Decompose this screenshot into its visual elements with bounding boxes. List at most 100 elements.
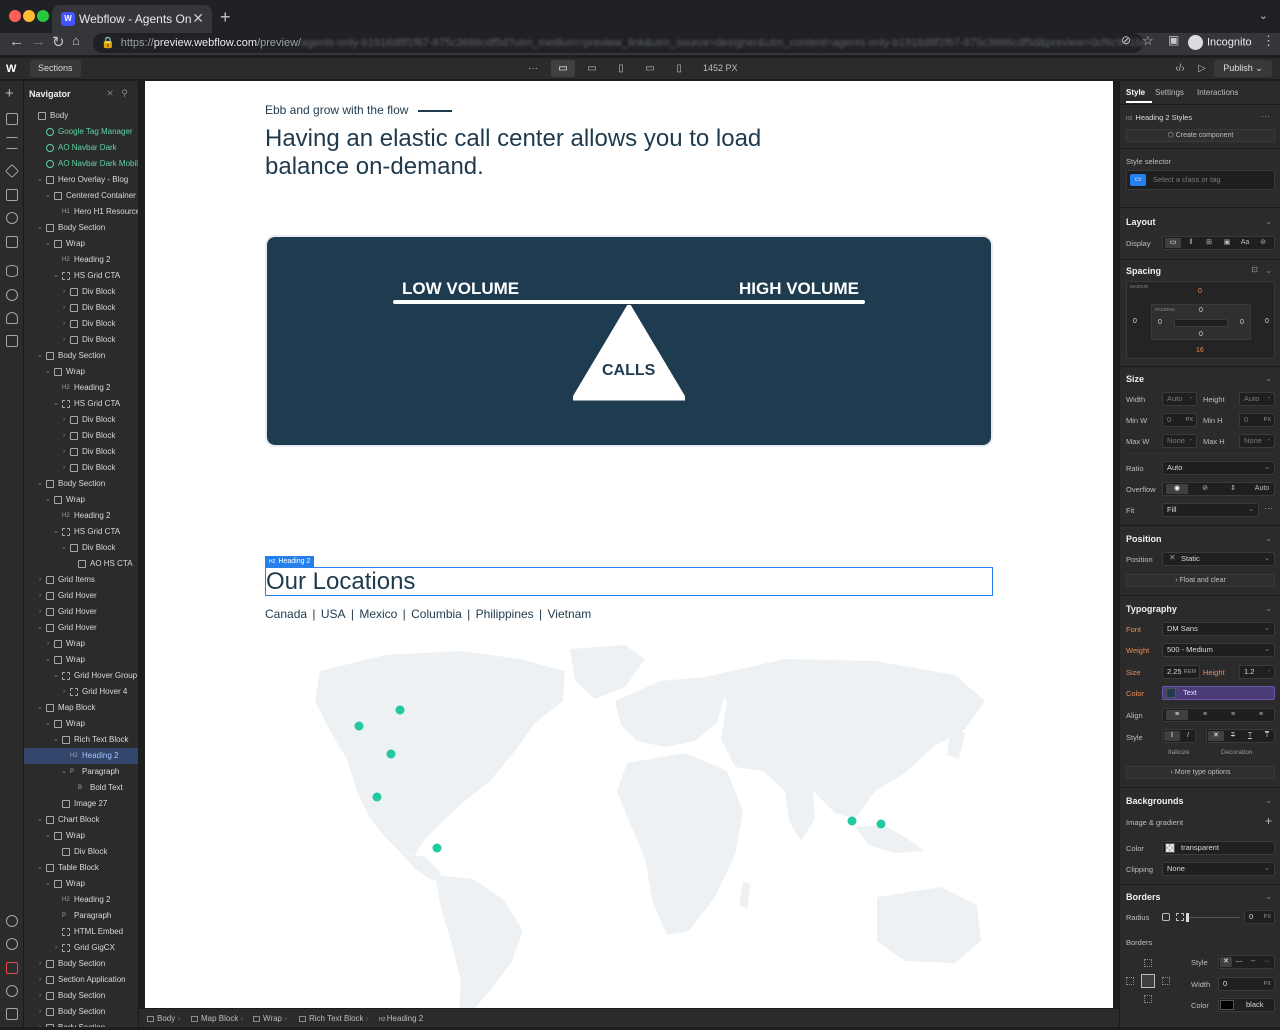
- apps-icon[interactable]: [6, 335, 18, 347]
- profile-incognito[interactable]: Incognito: [1188, 35, 1252, 50]
- tab-interactions[interactable]: Interactions: [1197, 88, 1238, 97]
- navigator-item[interactable]: › Body Section: [24, 1004, 138, 1020]
- navigator-item[interactable]: › Grid Items: [24, 572, 138, 588]
- overflow-hidden-icon[interactable]: ⊘: [1194, 484, 1216, 494]
- navigator-item[interactable]: ⌄ Wrap: [24, 876, 138, 892]
- navigator-item[interactable]: › Div Block: [24, 412, 138, 428]
- navigator-item[interactable]: ⌄ Wrap: [24, 236, 138, 252]
- overflow-auto[interactable]: Auto: [1250, 484, 1274, 494]
- fit-select[interactable]: Fill ⌄: [1162, 503, 1259, 517]
- chevron-right-icon[interactable]: ›: [36, 1020, 44, 1027]
- chevron-down-icon[interactable]: ⌄: [1265, 604, 1272, 613]
- navigator-item[interactable]: › Grid Hover: [24, 604, 138, 620]
- chevron-down-icon[interactable]: ⌄: [1265, 892, 1272, 901]
- border-width-input[interactable]: 0 PX: [1218, 977, 1275, 991]
- chevron-right-icon[interactable]: ›: [36, 572, 44, 588]
- navigator-item[interactable]: AO Navbar Dark: [24, 140, 138, 156]
- display-flex-icon[interactable]: ⫴: [1183, 238, 1199, 248]
- forward-arrow-icon[interactable]: →: [31, 33, 46, 50]
- line-height-input[interactable]: 1.2-: [1239, 665, 1275, 679]
- display-none-icon[interactable]: ⊘: [1255, 238, 1271, 248]
- navigator-item[interactable]: Google Tag Manager: [24, 124, 138, 140]
- navigator-item[interactable]: › Div Block: [24, 428, 138, 444]
- borders-section-title[interactable]: Borders: [1126, 892, 1161, 902]
- clipping-select[interactable]: None ⌄: [1162, 862, 1275, 876]
- navigator-item[interactable]: ⌄ Centered Container 2: [24, 188, 138, 204]
- breakpoint-mobile-icon[interactable]: ▯: [667, 60, 691, 77]
- border-right-icon[interactable]: [1162, 977, 1170, 985]
- border-none-icon[interactable]: ✕: [1220, 957, 1232, 967]
- navigator-item[interactable]: › Body Section: [24, 988, 138, 1004]
- overflow-visible-eye-icon[interactable]: ◉: [1166, 484, 1188, 494]
- navigator-item[interactable]: AO Navbar Dark Mobile: [24, 156, 138, 172]
- chevron-right-icon[interactable]: ›: [60, 444, 68, 460]
- padding-bottom[interactable]: 0: [1199, 331, 1203, 338]
- size-section-title[interactable]: Size: [1126, 374, 1144, 384]
- more-icon[interactable]: ···: [521, 60, 545, 77]
- navigator-item[interactable]: ⌄ Grid Hover Group F1: [24, 668, 138, 684]
- tab-close-icon[interactable]: ✕: [192, 10, 204, 27]
- chevron-down-icon[interactable]: ⌄: [36, 860, 44, 876]
- navigator-item[interactable]: ⌄ Wrap: [24, 364, 138, 380]
- help-icon[interactable]: [6, 938, 18, 950]
- decoration-none-icon[interactable]: ✕: [1208, 731, 1224, 741]
- overflow-scroll-icon[interactable]: ⇕: [1222, 484, 1244, 494]
- text-color-swatch[interactable]: [1166, 688, 1176, 698]
- world-map[interactable]: [265, 641, 993, 1008]
- bookmark-star-icon[interactable]: ☆: [1142, 33, 1154, 49]
- fit-options-icon[interactable]: ···: [1264, 503, 1273, 513]
- pages-icon[interactable]: [6, 113, 18, 125]
- chevron-down-icon[interactable]: ⌄: [60, 764, 68, 780]
- navigator-item[interactable]: Div Block: [24, 844, 138, 860]
- chevron-down-icon[interactable]: ⌄: [36, 700, 44, 716]
- style-manager-icon[interactable]: [6, 212, 18, 224]
- navigator-item[interactable]: H2 Heading 2: [24, 892, 138, 908]
- navigator-item[interactable]: › Section Application: [24, 972, 138, 988]
- chevron-right-icon[interactable]: ›: [36, 588, 44, 604]
- location-marker-dot[interactable]: [395, 705, 405, 715]
- search-icon[interactable]: [6, 985, 18, 997]
- chevron-right-icon[interactable]: ›: [60, 460, 68, 476]
- width-input[interactable]: Auto -: [1162, 392, 1197, 406]
- overline-icon[interactable]: T: [1259, 731, 1275, 741]
- load-balance-banner[interactable]: LOW VOLUME HIGH VOLUME CALLS: [267, 237, 991, 445]
- position-section-title[interactable]: Position: [1126, 534, 1162, 544]
- margin-bottom[interactable]: 16: [1196, 347, 1204, 354]
- align-center-icon[interactable]: ≡: [1194, 710, 1216, 720]
- chevron-down-icon[interactable]: ⌄: [36, 348, 44, 364]
- location-marker-dot[interactable]: [432, 843, 442, 853]
- italic-off-icon[interactable]: I: [1164, 731, 1180, 741]
- chevron-right-icon[interactable]: ›: [36, 988, 44, 1004]
- chevron-down-icon[interactable]: ⌄: [1265, 217, 1272, 226]
- video-icon[interactable]: [6, 1008, 18, 1020]
- breadcrumb-item[interactable]: Map Block ›: [191, 1009, 243, 1028]
- chevron-right-icon[interactable]: ›: [52, 940, 60, 956]
- float-clear-button[interactable]: › Float and clear: [1126, 574, 1275, 587]
- chevron-right-icon[interactable]: ›: [60, 300, 68, 316]
- navigator-item[interactable]: › Body Section: [24, 956, 138, 972]
- display-inline-icon[interactable]: Aa: [1237, 238, 1253, 248]
- radius-individual-icon[interactable]: [1176, 913, 1184, 921]
- location-marker-dot[interactable]: [354, 721, 364, 731]
- navigator-item[interactable]: › Div Block: [24, 284, 138, 300]
- border-left-icon[interactable]: [1126, 977, 1134, 985]
- chevron-down-icon[interactable]: ⌄: [44, 188, 52, 204]
- publish-button[interactable]: Publish ⌄: [1214, 60, 1272, 77]
- breakpoint-tablet-icon[interactable]: ▯: [609, 60, 633, 77]
- pin-icon[interactable]: ⚲: [121, 88, 128, 98]
- chevron-down-icon[interactable]: ⌄: [52, 732, 60, 748]
- padding-right[interactable]: 0: [1240, 319, 1244, 326]
- border-solid-icon[interactable]: —: [1233, 957, 1245, 967]
- italic-on-icon[interactable]: I: [1180, 731, 1196, 741]
- display-inline-block-icon[interactable]: ▣: [1219, 238, 1235, 248]
- chevron-down-icon[interactable]: ⌄: [44, 876, 52, 892]
- navigator-item[interactable]: › Div Block: [24, 460, 138, 476]
- border-bottom-icon[interactable]: [1144, 995, 1152, 1003]
- chevron-right-icon[interactable]: ›: [60, 316, 68, 332]
- text-color-input[interactable]: Text: [1162, 686, 1275, 700]
- hero-heading[interactable]: Having an elastic call center allows you…: [265, 125, 765, 181]
- chevron-down-icon[interactable]: ⌄: [44, 652, 52, 668]
- weight-select[interactable]: 500 - Medium ⌄: [1162, 643, 1275, 657]
- chevron-down-icon[interactable]: ⌄: [1265, 374, 1272, 383]
- navigator-item[interactable]: P Paragraph: [24, 908, 138, 924]
